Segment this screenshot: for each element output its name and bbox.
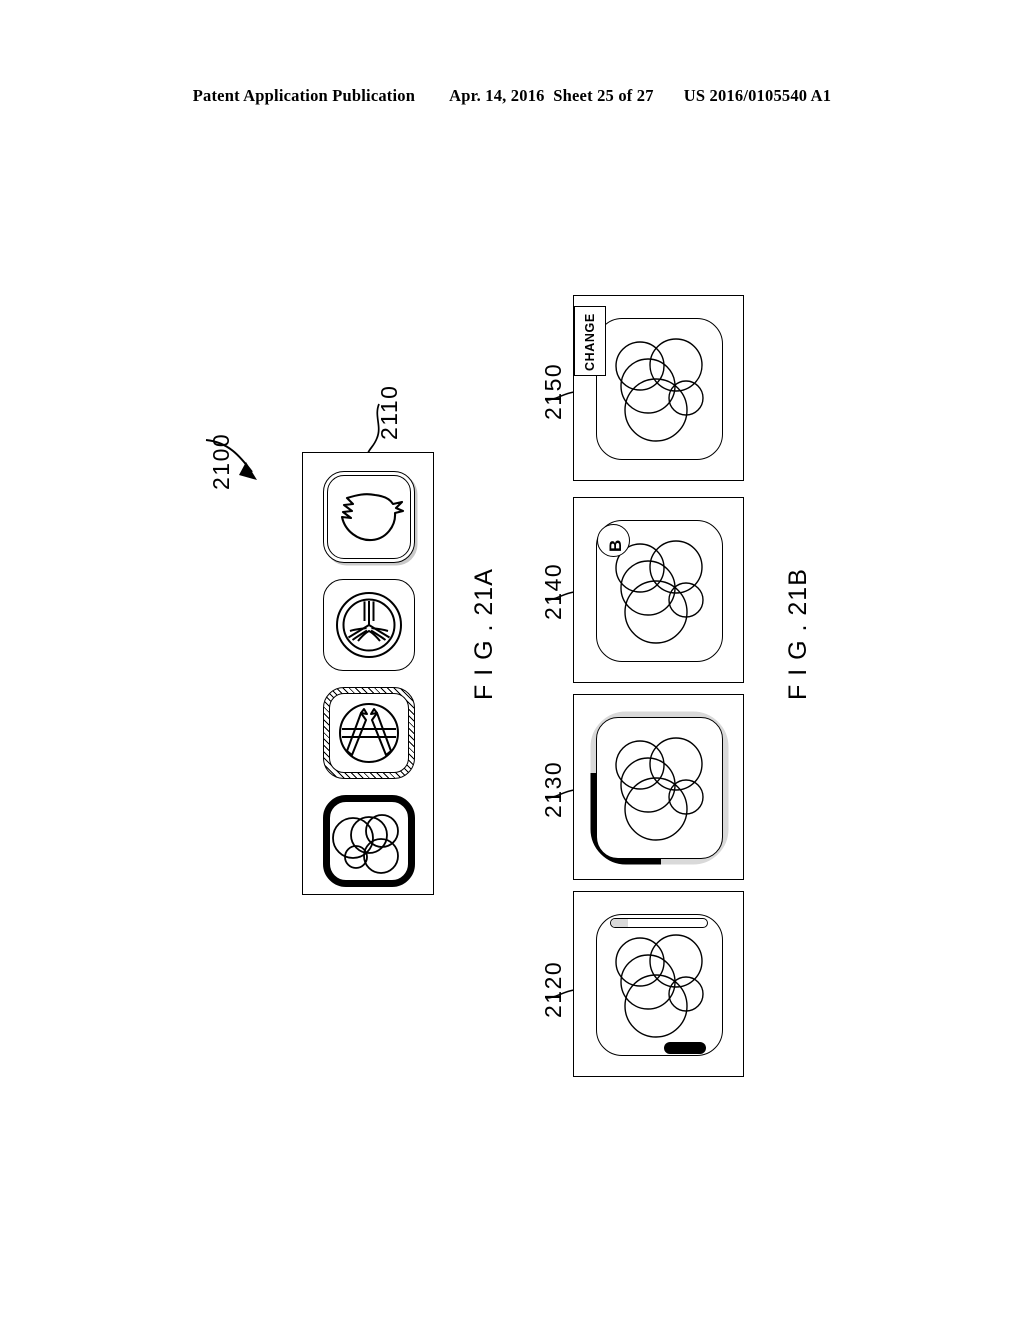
panel-2120-circles-icon bbox=[596, 914, 723, 1056]
panel-2120-screen bbox=[596, 914, 723, 1056]
change-callout-label: CHANGE bbox=[583, 313, 597, 371]
panel-2140-screen: B bbox=[596, 520, 723, 662]
panel-2130-screen bbox=[590, 711, 729, 865]
panel-2120-indicator-pill bbox=[664, 1042, 706, 1054]
figure-caption-21b: F I G . 21B bbox=[784, 568, 812, 700]
badge-letter-b[interactable]: B bbox=[597, 524, 630, 557]
panel-2150-circles-icon bbox=[596, 318, 723, 460]
change-callout-box[interactable]: CHANGE bbox=[574, 306, 606, 376]
panel-2120-progress-bar bbox=[610, 918, 708, 928]
panel-2150-screen bbox=[596, 318, 723, 460]
badge-letter-b-label: B bbox=[606, 539, 625, 552]
panel-2130-circles-icon bbox=[596, 717, 723, 859]
panel-2140[interactable]: B bbox=[573, 497, 744, 683]
figure-21b: 2150 CHANGE 2140 B 2130 2120 F I G . 21B bbox=[0, 0, 1024, 1320]
panel-2120-progress-fill bbox=[611, 919, 629, 927]
panel-2120[interactable] bbox=[573, 891, 744, 1077]
panel-2130[interactable] bbox=[573, 694, 744, 880]
panel-2150[interactable]: CHANGE bbox=[573, 295, 744, 481]
